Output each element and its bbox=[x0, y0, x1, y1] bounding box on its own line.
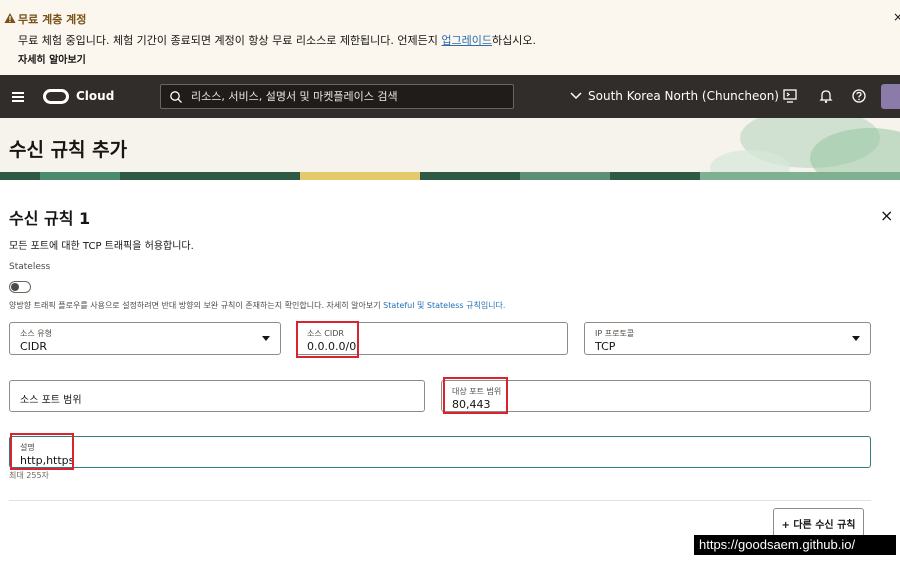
divider bbox=[9, 500, 871, 501]
cloud-shell-icon[interactable] bbox=[782, 88, 798, 104]
free-tier-banner: 무료 계층 계정 무료 체험 중입니다. 체험 기간이 종료되면 계정이 항상 … bbox=[0, 0, 900, 75]
hamburger-menu-icon[interactable] bbox=[12, 92, 24, 102]
user-avatar-icon[interactable] bbox=[881, 84, 900, 109]
watermark: https://goodsaem.github.io/ bbox=[694, 535, 896, 555]
upgrade-link[interactable]: 업그레이드 bbox=[441, 34, 492, 47]
search-input[interactable] bbox=[191, 88, 501, 105]
logo-text[interactable]: Cloud bbox=[76, 89, 114, 103]
source-port-range-field[interactable]: 소스 포트 범위 bbox=[9, 380, 425, 412]
oracle-logo-icon[interactable] bbox=[43, 89, 69, 104]
search-icon bbox=[170, 91, 182, 103]
banner-message-prefix: 무료 체험 중입니다. 체험 기간이 종료되면 계정이 항상 무료 리소스로 제… bbox=[18, 34, 442, 47]
banner-close-button[interactable]: × bbox=[893, 10, 900, 24]
region-label: South Korea North (Chuncheon) bbox=[588, 89, 779, 103]
ingress-rule-panel: 수신 규칙 1 × 모든 포트에 대한 TCP 트래픽을 허용합니다. Stat… bbox=[0, 180, 900, 561]
banner-title: 무료 계층 계정 bbox=[18, 13, 87, 26]
top-navigation-bar: Cloud South Korea North (Chuncheon) bbox=[0, 75, 900, 118]
add-another-ingress-rule-button[interactable]: + 다른 수신 규칙 bbox=[773, 508, 864, 538]
source-type-label: 소스 유형 bbox=[20, 329, 52, 338]
rule-description: 모든 포트에 대한 TCP 트래픽을 허용합니다. bbox=[9, 241, 194, 252]
highlight-source-cidr bbox=[296, 321, 359, 358]
banner-message-suffix: 하십시오. bbox=[492, 34, 536, 47]
source-type-value: CIDR bbox=[20, 340, 48, 353]
ip-protocol-value: TCP bbox=[595, 340, 616, 353]
stateless-help-text: 양방향 트래픽 플로우를 사용으로 설정하려면 반대 방향의 보완 규칙이 존재… bbox=[9, 300, 505, 311]
banner-learn-more-link[interactable]: 자세히 알아보기 bbox=[18, 51, 86, 66]
decorative-leaf-pattern bbox=[710, 118, 900, 180]
description-field[interactable]: 설명 http,https bbox=[9, 436, 871, 468]
chevron-down-icon bbox=[570, 89, 582, 103]
help-text-prefix: 양방향 트래픽 플로우를 사용으로 설정하려면 반대 방향의 보완 규칙이 존재… bbox=[9, 301, 384, 310]
warning-icon bbox=[4, 13, 16, 23]
ip-protocol-label: IP 프로토콜 bbox=[595, 329, 635, 338]
stateless-toggle[interactable] bbox=[9, 281, 31, 293]
dropdown-caret-icon bbox=[262, 336, 270, 341]
stateful-stateless-link[interactable]: Stateful 및 Stateless 규칙입니다. bbox=[383, 301, 505, 310]
help-icon[interactable] bbox=[851, 88, 867, 104]
decorative-strip bbox=[0, 172, 900, 180]
stateless-label: Stateless bbox=[9, 262, 51, 272]
search-box[interactable] bbox=[160, 84, 514, 109]
highlight-description bbox=[10, 433, 74, 470]
highlight-destination-port bbox=[443, 377, 508, 414]
ip-protocol-select[interactable]: IP 프로토콜 TCP bbox=[584, 322, 871, 355]
page-title: 수신 규칙 추가 bbox=[9, 139, 128, 161]
page-title-band: 수신 규칙 추가 bbox=[0, 118, 900, 180]
rule-title: 수신 규칙 1 bbox=[9, 209, 91, 228]
toggle-knob bbox=[11, 283, 19, 291]
region-selector[interactable]: South Korea North (Chuncheon) bbox=[570, 89, 779, 103]
dropdown-caret-icon bbox=[852, 336, 860, 341]
bell-icon[interactable] bbox=[818, 88, 834, 104]
source-port-range-placeholder: 소스 포트 범위 bbox=[20, 395, 82, 406]
banner-message: 무료 체험 중입니다. 체험 기간이 종료되면 계정이 항상 무료 리소스로 제… bbox=[18, 32, 536, 48]
remove-rule-close-icon[interactable]: × bbox=[880, 206, 893, 225]
source-type-select[interactable]: 소스 유형 CIDR bbox=[9, 322, 281, 355]
max-chars-hint: 최대 255자 bbox=[9, 471, 49, 480]
